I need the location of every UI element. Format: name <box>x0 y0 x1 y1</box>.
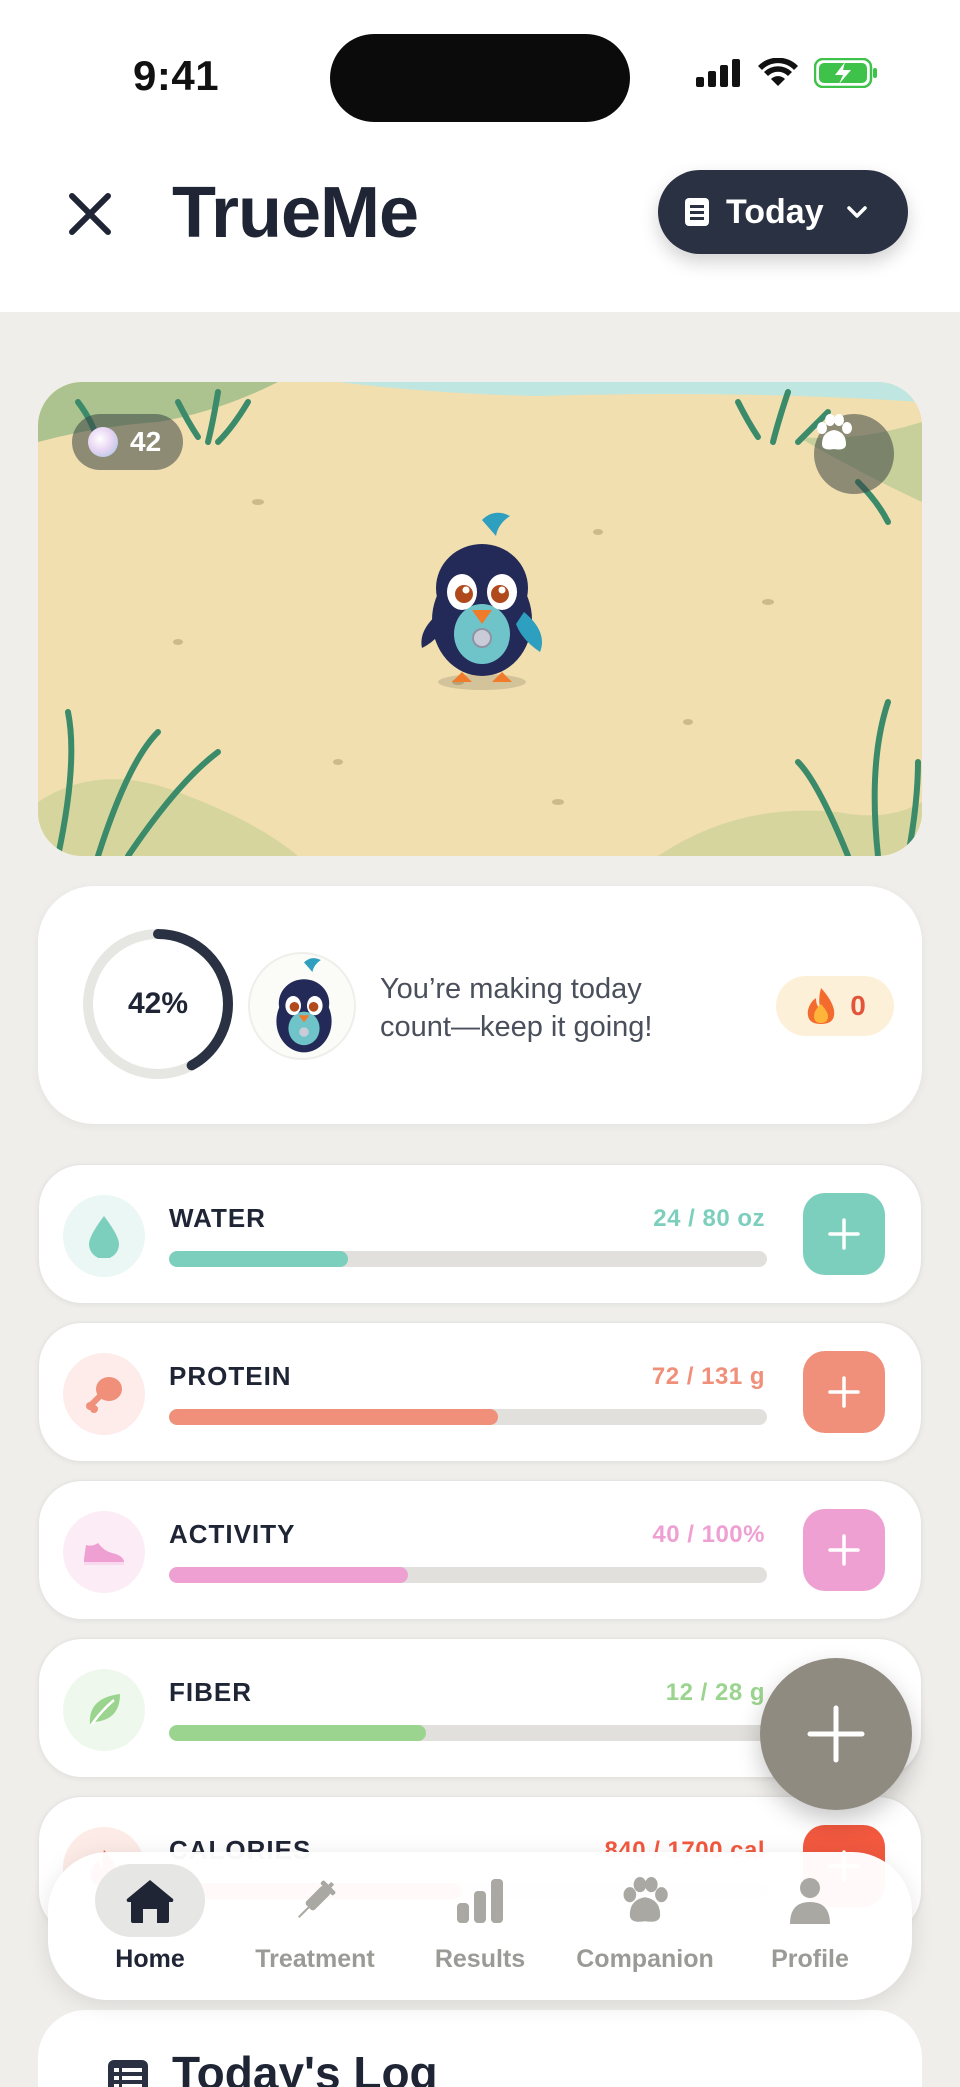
status-time: 9:41 <box>133 52 220 99</box>
companion-scene[interactable]: 42 <box>38 382 922 856</box>
protein-icon-circle <box>63 1353 145 1435</box>
add-activity-button[interactable] <box>803 1509 885 1591</box>
penguin-companion-character[interactable] <box>412 512 552 692</box>
syringe-icon <box>298 1880 336 1918</box>
status-bar: 9:41 <box>0 0 960 140</box>
plus-icon <box>828 1376 860 1408</box>
tracker-value: 72 / 131 g <box>651 1363 765 1390</box>
tab-label: Profile <box>771 1945 849 1973</box>
tab-treatment[interactable]: Treatment <box>235 1864 395 1988</box>
tab-icon-wrap <box>590 1864 700 1937</box>
tracker-name: PROTEIN <box>169 1361 292 1391</box>
tracker-progress-bar <box>169 1725 767 1741</box>
chevron-down-icon <box>846 206 867 218</box>
app-title: TrueMe <box>172 173 419 253</box>
daily-progress-label: 42% <box>127 987 189 1020</box>
date-filter-dropdown[interactable]: Today <box>658 170 908 254</box>
tracker-progress-fill <box>169 1409 498 1425</box>
tab-home[interactable]: Home <box>70 1864 230 1988</box>
log-list-icon <box>108 2060 148 2087</box>
app-header: TrueMe Today <box>0 140 960 312</box>
bar-chart-icon <box>457 1878 503 1923</box>
tracker-water[interactable]: WATER 24 / 80 oz <box>38 1164 922 1304</box>
dynamic-island <box>330 34 630 122</box>
tab-label: Home <box>115 1945 185 1973</box>
bottom-tab-bar: Home Treatment Results Companion Profile <box>48 1852 912 2000</box>
tab-label: Results <box>434 1945 526 1973</box>
penguin-avatar-icon <box>276 958 332 1053</box>
tracker-progress-fill <box>169 1251 349 1267</box>
water-drop-icon <box>89 1216 119 1258</box>
companion-avatar <box>248 952 356 1060</box>
cellular-signal-icon <box>696 59 740 87</box>
coin-count: 42 <box>130 426 162 457</box>
coin-balance-badge: 42 <box>72 414 184 470</box>
add-entry-fab[interactable] <box>760 1658 912 1810</box>
tracker-protein[interactable]: PROTEIN 72 / 131 g <box>38 1322 922 1462</box>
fire-icon <box>807 988 835 1024</box>
date-filter-label: Today <box>726 192 824 231</box>
tracker-name: WATER <box>169 1203 266 1233</box>
tracker-progress-fill <box>169 1725 427 1741</box>
tab-icon-wrap <box>425 1864 535 1937</box>
tracker-value: 12 / 28 g <box>665 1679 765 1706</box>
tab-label: Treatment <box>255 1945 375 1973</box>
motivation-message: You’re making today count—keep it going! <box>380 973 653 1043</box>
calendar-list-icon <box>685 198 709 226</box>
home-icon <box>126 1879 174 1923</box>
tracker-progress-fill <box>169 1567 409 1583</box>
todays-log-title: Today's Log <box>172 2047 438 2087</box>
tracker-value: 24 / 80 oz <box>653 1205 765 1232</box>
plus-icon <box>828 1534 860 1566</box>
streak-badge[interactable]: 0 <box>776 976 894 1036</box>
tab-label: Companion <box>576 1945 714 1973</box>
paw-icon <box>623 1876 668 1922</box>
coin-icon <box>88 427 118 457</box>
tab-companion[interactable]: Companion <box>565 1864 725 1988</box>
status-icons <box>696 58 878 88</box>
tab-profile[interactable]: Profile <box>730 1864 890 1988</box>
tracker-progress-bar <box>169 1409 767 1425</box>
add-protein-button[interactable] <box>803 1351 885 1433</box>
companion-paw-button[interactable] <box>814 414 894 494</box>
tracker-name: FIBER <box>169 1677 252 1707</box>
tracker-progress-bar <box>169 1567 767 1583</box>
paw-icon <box>817 414 852 450</box>
activity-icon-circle <box>63 1511 145 1593</box>
wifi-icon <box>758 58 798 86</box>
water-icon-circle <box>63 1195 145 1277</box>
fiber-icon-circle <box>63 1669 145 1751</box>
tracker-activity[interactable]: ACTIVITY 40 / 100% <box>38 1480 922 1620</box>
tab-icon-wrap <box>95 1864 205 1937</box>
close-button[interactable] <box>56 180 124 248</box>
drumstick-icon <box>86 1377 122 1413</box>
battery-charging-icon <box>814 58 877 88</box>
add-water-button[interactable] <box>803 1193 885 1275</box>
tab-icon-wrap <box>260 1864 370 1937</box>
close-icon <box>69 193 111 235</box>
tracker-value: 40 / 100% <box>652 1521 765 1548</box>
daily-summary-card: 42% You’re making today count—keep it go… <box>38 886 922 1124</box>
streak-count: 0 <box>850 990 866 1021</box>
tracker-progress-bar <box>169 1251 767 1267</box>
tab-results[interactable]: Results <box>400 1864 560 1988</box>
leaf-icon <box>89 1694 120 1725</box>
tracker-name: ACTIVITY <box>169 1519 296 1549</box>
plus-icon <box>807 1705 865 1763</box>
person-icon <box>790 1877 830 1924</box>
todays-log-card: Today's Log <box>38 2010 922 2087</box>
plus-icon <box>828 1218 860 1250</box>
tab-icon-wrap <box>755 1864 865 1937</box>
sneaker-icon <box>84 1543 124 1565</box>
